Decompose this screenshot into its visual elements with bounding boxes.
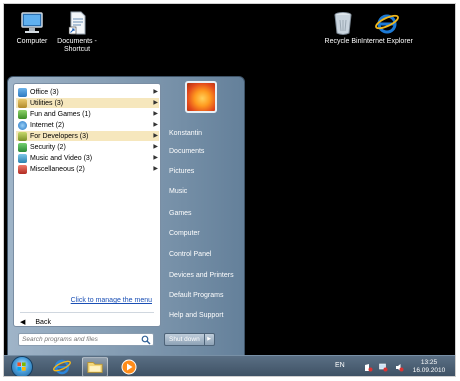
menu-item-for-developers[interactable]: For Developers (3) ▶ <box>16 131 159 141</box>
menu-item-internet[interactable]: Internet (2) ▶ <box>16 120 159 130</box>
menu-item-label: Fun and Games (1) <box>30 110 91 118</box>
menu-item-label: Utilities (3) <box>30 99 64 107</box>
utilities-folder-icon <box>18 98 27 108</box>
menu-item-label: For Developers (3) <box>30 132 89 140</box>
chevron-right-icon: ▶ <box>153 166 158 172</box>
chevron-right-icon: ▶ <box>153 144 158 150</box>
desktop-icon-internet-explorer[interactable]: Internet Explorer <box>359 10 415 46</box>
desktop-icon-documents-shortcut[interactable]: Documents - Shortcut <box>48 10 106 54</box>
back-label: Back <box>35 318 51 326</box>
office-folder-icon <box>18 87 27 97</box>
right-item-devices-and-printers[interactable]: Devices and Printers <box>166 269 242 283</box>
menu-item-label: Miscellaneous (2) <box>30 165 85 173</box>
chevron-right-icon: ▶ <box>153 133 158 139</box>
menu-item-security[interactable]: Security (2) ▶ <box>16 142 159 152</box>
taskbar-internet-explorer[interactable] <box>49 357 75 376</box>
search-icon[interactable] <box>141 335 151 345</box>
chevron-right-icon: ▶ <box>153 155 158 161</box>
misc-folder-icon <box>18 164 27 174</box>
games-folder-icon <box>18 109 27 119</box>
menu-item-music-and-video[interactable]: Music and Video (3) ▶ <box>16 153 159 163</box>
menu-item-miscellaneous[interactable]: Miscellaneous (2) ▶ <box>16 164 159 174</box>
right-item-user[interactable]: Konstantin <box>166 127 242 141</box>
shutdown-control: Shut down ▶ <box>164 333 215 346</box>
right-item-help-and-support[interactable]: Help and Support <box>166 309 242 323</box>
search-input[interactable] <box>19 334 137 345</box>
right-item-computer[interactable]: Computer <box>166 227 242 241</box>
desktop-icon-label: Documents - Shortcut <box>57 38 97 53</box>
menu-item-fun-and-games[interactable]: Fun and Games (1) ▶ <box>16 109 159 119</box>
recycle-bin-icon <box>334 12 352 35</box>
language-indicator[interactable]: EN <box>335 362 345 369</box>
start-menu: Office (3) ▶ Utilities (3) ▶ Fun and Gam… <box>7 76 245 356</box>
right-item-music[interactable]: Music <box>166 185 242 199</box>
taskbar-windows-explorer[interactable] <box>82 357 108 376</box>
desktop-icon-label: Computer <box>16 38 48 45</box>
desktop-icon-label: Internet Explorer <box>361 38 413 45</box>
right-item-games[interactable]: Games <box>166 207 242 221</box>
back-button[interactable]: ◀ Back <box>20 318 51 327</box>
right-item-control-panel[interactable]: Control Panel <box>166 248 242 262</box>
chevron-right-icon: ▶ <box>153 100 158 106</box>
right-item-default-programs[interactable]: Default Programs <box>166 289 242 303</box>
internet-explorer-icon <box>375 14 399 34</box>
chevron-right-icon: ▶ <box>153 111 158 117</box>
shutdown-options-button[interactable]: ▶ <box>204 333 215 346</box>
desktop: Computer Documents - Shortcut Recycle Bi… <box>3 3 456 377</box>
user-avatar[interactable] <box>185 81 217 113</box>
menu-item-label: Office (3) <box>30 88 59 96</box>
right-item-pictures[interactable]: Pictures <box>166 165 242 179</box>
start-button[interactable] <box>11 356 33 376</box>
chevron-right-icon: ▶ <box>153 122 158 128</box>
windows-logo-icon <box>17 362 26 371</box>
menu-item-label: Security (2) <box>30 143 66 151</box>
chevron-right-icon: ▶ <box>153 89 158 95</box>
menu-item-office[interactable]: Office (3) ▶ <box>16 87 159 97</box>
search-box[interactable] <box>18 333 154 346</box>
back-arrow-icon: ◀ <box>20 319 26 326</box>
clock[interactable]: 13:25 16.09.2010 <box>409 359 449 375</box>
menu-item-utilities[interactable]: Utilities (3) ▶ <box>16 98 159 108</box>
desktop-icon-label: Recycle Bin <box>324 38 362 45</box>
computer-icon <box>21 12 43 33</box>
right-item-documents[interactable]: Documents <box>166 145 242 159</box>
network-icon[interactable] <box>379 363 388 372</box>
taskbar-media-player[interactable] <box>116 357 142 376</box>
clock-date: 16.09.2010 <box>412 367 446 374</box>
taskbar: EN 13:25 16.09.2010 <box>4 355 455 376</box>
programs-pane: Office (3) ▶ Utilities (3) ▶ Fun and Gam… <box>13 83 161 327</box>
documents-shortcut-icon <box>68 11 86 35</box>
security-folder-icon <box>18 142 27 152</box>
shutdown-button[interactable]: Shut down <box>164 333 205 346</box>
windows-explorer-icon <box>87 362 103 373</box>
manage-menu-link[interactable]: Click to manage the menu <box>71 297 152 304</box>
menu-item-label: Internet (2) <box>30 121 65 129</box>
media-player-icon <box>121 359 137 375</box>
volume-icon[interactable] <box>395 363 404 372</box>
internet-explorer-icon <box>53 359 71 375</box>
music-folder-icon <box>18 153 27 163</box>
divider <box>20 312 154 313</box>
clock-time: 13:25 <box>420 359 438 366</box>
internet-folder-icon <box>18 120 27 130</box>
developers-folder-icon <box>18 131 27 141</box>
menu-item-label: Music and Video (3) <box>30 154 93 162</box>
action-center-icon[interactable] <box>364 363 373 372</box>
